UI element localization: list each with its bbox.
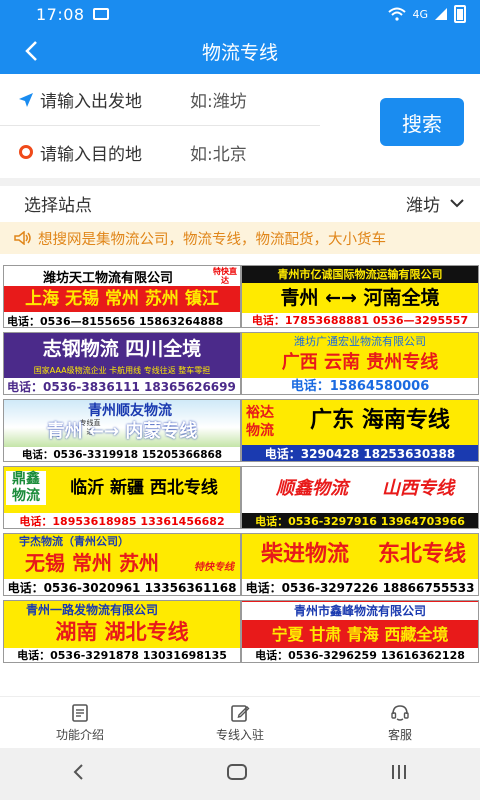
ad-phone: 电话：17853688881 0536—3295557 (242, 313, 478, 327)
ad-phone: 电话：0536—8155656 15863264888 (7, 315, 224, 328)
ad-badge: 特快直达 (213, 267, 237, 285)
ad-company: 潍坊天工物流有限公司 (42, 271, 173, 286)
ad-banner[interactable]: 顺鑫物流 山西专线 电话：0536-3297916 13964703966 (241, 466, 479, 529)
ad-routes: 临沂 新疆 西北专线 (70, 478, 218, 498)
home-icon (226, 764, 247, 780)
ad-banner[interactable]: 潍坊广通宏业物流有限公司 广西 云南 贵州专线 电话：15864580006 (241, 332, 479, 395)
tab-label: 功能介绍 (55, 727, 104, 742)
ad-routes: 广西 云南 贵州专线 (281, 352, 439, 373)
navigation-arrow-icon (19, 92, 33, 107)
origin-placeholder: 如:潍坊 (190, 92, 247, 112)
tab-features[interactable]: 功能介绍 (0, 697, 160, 748)
chevron-down-icon (450, 199, 464, 208)
navbar: 物流专线 (0, 28, 480, 74)
ad-banner[interactable]: 青州市鑫峰物流有限公司 宁夏 甘肃 青海 西藏全境 电话：0536-329625… (241, 600, 479, 663)
wifi-icon (388, 7, 407, 21)
tab-label: 专线入驻 (215, 727, 264, 742)
ad-grid: 潍坊天工物流有限公司 特快直达 上海 无锡 常州 苏州 镇江 电话：0536—8… (0, 262, 480, 664)
system-back-button[interactable] (71, 763, 85, 785)
ad-banner[interactable]: 裕达物流 广东 海南专线 电话：3290428 18253630388 (241, 399, 479, 462)
tab-customer-service[interactable]: 客服 (320, 697, 480, 748)
ad-phone: 电话：0536-3836111 18365626699 (4, 378, 240, 394)
ad-company: 青州市鑫峰物流有限公司 (242, 602, 478, 620)
search-panel: 请输入出发地 如:潍坊 请输入目的地 如:北京 搜索 (0, 74, 480, 178)
ad-routes: 湖南 湖北专线 (55, 620, 189, 644)
bottom-tab-bar: 功能介绍 专线入驻 客服 (0, 696, 480, 748)
ad-routes: 山西专线 (382, 478, 454, 499)
edit-icon (231, 704, 250, 722)
image-icon (92, 8, 109, 20)
ad-routes: 宁夏 甘肃 青海 西藏全境 (271, 625, 449, 644)
destination-label: 请输入目的地 (40, 144, 142, 165)
document-icon (72, 703, 88, 722)
ad-banner[interactable]: 青州一路发物流有限公司 湖南 湖北专线 电话：0536-3291878 1303… (3, 600, 241, 663)
ad-routes: 东北专线 (377, 542, 466, 567)
ad-phone: 电话：3290428 18253630388 (242, 445, 478, 461)
status-time: 17:08 (36, 4, 85, 24)
origin-label: 请输入出发地 (40, 92, 142, 112)
battery-icon (454, 5, 466, 23)
tab-join-line[interactable]: 专线入驻 (160, 697, 320, 748)
tab-label: 客服 (387, 727, 412, 742)
ad-routes: 无锡 常州 苏州 (25, 551, 159, 575)
chevron-left-icon (25, 41, 37, 61)
section-divider (0, 178, 480, 186)
ad-banner[interactable]: 青州顺友物流 专线直达 青州 ←→ 内蒙专线 电话：0536-3319918 1… (3, 399, 241, 462)
ad-routes: 青州 ←→ 内蒙专线 (46, 421, 198, 442)
ad-phone: 电话：0536-3297226 18866755533 (242, 579, 478, 595)
signal-icon (435, 8, 447, 20)
ad-company: 青州市亿诚国际物流运输有限公司 (242, 266, 478, 283)
destination-field[interactable]: 请输入目的地 如:北京 (0, 126, 320, 178)
status-bar: 17:08 4G (0, 0, 480, 28)
destination-placeholder: 如:北京 (190, 144, 247, 165)
ad-company: 志钢物流 四川全境 (42, 338, 202, 360)
ad-banner[interactable]: 宇杰物流（青州公司） 无锡 常州 苏州 特快专线 电话：0536-3020961… (3, 533, 241, 596)
customer-service-icon (391, 704, 409, 721)
ad-routes: 广东 海南专线 (310, 408, 450, 433)
status-icons: 4G (388, 5, 466, 23)
ad-phone: 电话：0536-3319918 15205366868 (4, 447, 240, 461)
ad-routes: 上海 无锡 常州 苏州 镇江 (4, 286, 240, 312)
ad-banner[interactable]: 志钢物流 四川全境 国家AAA级物流企业 卡航用线 专线往返 整车零担 电话：0… (3, 332, 241, 395)
system-nav-bar (0, 748, 480, 800)
chevron-left-icon (73, 764, 83, 780)
ad-phone: 电话：0536-3291878 13031698135 (4, 648, 240, 662)
ad-badge: 特快专线 (194, 562, 234, 573)
ad-banner[interactable]: 青州市亿诚国际物流运输有限公司 青州 ←→ 河南全境 电话：1785368888… (241, 265, 479, 328)
ad-banner[interactable]: 潍坊天工物流有限公司 特快直达 上海 无锡 常州 苏州 镇江 电话：0536—8… (3, 265, 241, 328)
ad-routes: 青州 ←→ 河南全境 (280, 287, 440, 309)
station-label: 选择站点 (24, 195, 92, 216)
ad-banner[interactable]: 鼎鑫物流 临沂 新疆 西北专线 电话：18953618985 133614566… (3, 466, 241, 529)
station-value: 潍坊 (406, 195, 440, 216)
ad-phone: 电话：18953618985 13361456682 (4, 513, 240, 528)
page-title: 物流专线 (201, 41, 278, 64)
recents-icon (392, 765, 407, 779)
destination-circle-icon (19, 145, 33, 159)
ad-phone: 电话：15864580006 (242, 378, 478, 394)
ad-company: 潍坊广通宏业物流有限公司 (294, 335, 426, 348)
ad-phone: 电话：0536-3296259 13616362128 (242, 648, 478, 662)
notice-bar: 想搜网是集物流公司，物流专线，物流配货，大小货车 (0, 222, 480, 254)
back-button[interactable] (16, 36, 46, 66)
system-home-button[interactable] (226, 763, 248, 785)
notice-text: 想搜网是集物流公司，物流专线，物流配货，大小货车 (38, 231, 386, 248)
ad-phone: 电话：0536-3020961 13356361168 (4, 579, 240, 595)
ad-phone: 电话：0536-3297916 13964703966 (242, 513, 478, 528)
ad-banner[interactable]: 柴进物流 东北专线 电话：0536-3297226 18866755533 (241, 533, 479, 596)
signal-label: 4G (412, 7, 428, 21)
ad-tagline: 国家AAA级物流企业 卡航用线 专线往返 整车零担 (33, 366, 211, 375)
station-selector[interactable]: 选择站点 潍坊 (0, 186, 480, 220)
origin-field[interactable]: 请输入出发地 如:潍坊 (0, 74, 320, 126)
search-button[interactable]: 搜索 (380, 98, 464, 146)
system-recents-button[interactable] (389, 763, 409, 785)
ad-company: 青州顺友物流 (88, 403, 172, 419)
speaker-icon (14, 231, 31, 245)
